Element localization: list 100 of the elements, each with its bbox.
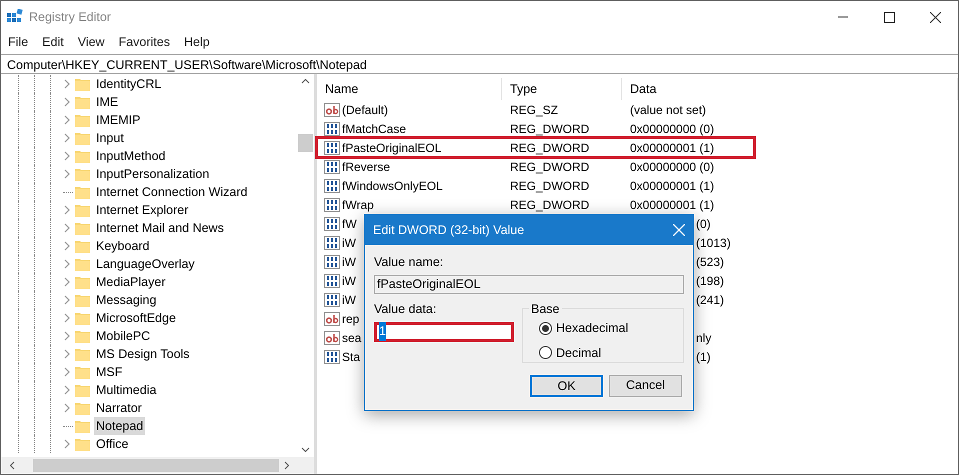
tree-item[interactable]: Notepad (94, 416, 146, 436)
scrollbar[interactable] (1, 457, 314, 474)
string-value-icon (324, 330, 340, 346)
tree-item[interactable]: MS Design Tools (94, 344, 192, 364)
value-name[interactable]: fMatchCase (342, 120, 406, 138)
value-data: (523) (696, 254, 724, 270)
value-name[interactable]: rep (342, 310, 360, 328)
value-data: 0x00000000 (0) (629, 120, 716, 138)
binary-value-icon (324, 120, 340, 136)
tree-item[interactable]: IMEMIP (94, 110, 142, 130)
folder-icon (75, 402, 90, 414)
menu-item[interactable]: Edit (35, 32, 71, 52)
tree-item[interactable]: InputPersonalization (94, 164, 212, 184)
value-name[interactable]: iW (342, 252, 356, 270)
binary-value-icon (324, 254, 340, 270)
value-data: 0x00000001 (1) (629, 140, 716, 156)
value-name[interactable]: sea (342, 328, 362, 346)
maximize-icon[interactable] (884, 12, 894, 22)
tree-item[interactable]: MobilePC (94, 326, 152, 346)
value-name[interactable]: iW (342, 272, 356, 290)
tree-item[interactable]: Input (94, 128, 126, 148)
value-name[interactable]: fWrap (342, 196, 374, 214)
binary-value-icon (324, 292, 340, 308)
menu-item[interactable]: File (1, 32, 36, 52)
folder-icon (75, 150, 90, 162)
binary-value-icon (324, 178, 340, 194)
value-data: nly (696, 330, 712, 346)
value-data: 0x00000000 (0) (629, 158, 716, 176)
folder-icon (75, 348, 90, 360)
folder-icon (75, 240, 90, 252)
binary-value-icon (324, 272, 340, 288)
tree-item[interactable]: Keyboard (94, 236, 152, 256)
value-data-field[interactable]: 1 (374, 322, 514, 342)
folder-icon (75, 330, 90, 342)
app-icon (7, 9, 23, 25)
radio-option[interactable]: Hexadecimal (539, 318, 683, 338)
value-name[interactable]: iW (342, 234, 356, 252)
binary-value-icon (324, 158, 340, 174)
folder-icon (75, 78, 90, 90)
tree-item[interactable]: InputMethod (94, 146, 168, 166)
tree-item[interactable]: LanguageOverlay (94, 254, 197, 274)
value-name[interactable]: fW (342, 214, 357, 232)
value-name-field[interactable]: fPasteOriginalEOL (374, 274, 684, 294)
value-data: 0x00000001 (1) (629, 178, 716, 194)
radio-option[interactable]: Decimal (539, 344, 683, 362)
cancel-button[interactable]: Cancel (609, 374, 682, 397)
folder-icon (75, 420, 90, 432)
tree-item[interactable]: MediaPlayer (94, 272, 168, 292)
tree-item[interactable]: Internet Connection Wizard (94, 182, 250, 202)
folder-icon (75, 204, 90, 216)
column-header[interactable]: Name (317, 78, 502, 100)
scrollbar-thumb[interactable] (298, 134, 313, 152)
value-name[interactable]: fReverse (342, 158, 390, 176)
tree-item[interactable]: Office (94, 434, 130, 454)
binary-value-icon (324, 234, 340, 250)
column-header[interactable]: Data (622, 78, 958, 100)
tree-item[interactable]: MSF (94, 362, 124, 382)
menu-item[interactable]: Favorites (112, 32, 177, 52)
dialog-title: Edit DWORD (32-bit) Value (373, 222, 524, 239)
folder-icon (75, 168, 90, 180)
value-name[interactable]: iW (342, 290, 356, 308)
value-name[interactable]: fPasteOriginalEOL (342, 138, 442, 156)
ok-button[interactable]: OK (530, 374, 603, 397)
value-type: REG_DWORD (509, 178, 590, 194)
folder-icon (75, 258, 90, 270)
address-bar[interactable]: Computer\HKEY_CURRENT_USER\Software\Microsoft\Notepad (1, 54, 958, 74)
value-data: (241) (696, 292, 724, 308)
string-value-icon (324, 310, 340, 326)
scrollbar-thumb[interactable] (33, 459, 279, 472)
value-data: 0x00000001 (1) (629, 196, 716, 214)
tree-item[interactable]: MicrosoftEdge (94, 308, 178, 328)
value-data: (0) (696, 216, 711, 232)
folder-icon (75, 384, 90, 396)
close-icon[interactable] (930, 12, 940, 22)
field-label: Value name: (374, 254, 444, 271)
value-name[interactable]: (Default) (342, 100, 388, 118)
folder-icon (75, 114, 90, 126)
value-type: REG_DWORD (509, 140, 590, 156)
tree-item[interactable]: Multimedia (94, 380, 158, 400)
value-data: (198) (696, 272, 724, 290)
tree-item[interactable]: IME (94, 92, 120, 112)
value-name[interactable]: Sta (342, 348, 360, 366)
folder-icon (75, 438, 90, 450)
tree-item[interactable]: Messaging (94, 290, 158, 310)
tree-item[interactable]: IdentityCRL (94, 74, 164, 94)
menu-item[interactable]: View (70, 32, 112, 52)
folder-icon (75, 132, 90, 144)
tree-item[interactable]: Internet Mail and News (94, 218, 226, 238)
tree-item[interactable]: Internet Explorer (94, 200, 190, 220)
tree-item[interactable]: Narrator (94, 398, 144, 418)
binary-value-icon (324, 140, 340, 156)
folder-icon (75, 276, 90, 288)
binary-value-icon (324, 196, 340, 212)
folder-icon (75, 186, 90, 198)
folder-icon (75, 366, 90, 378)
column-header[interactable]: Type (502, 78, 622, 100)
binary-value-icon (324, 216, 340, 232)
value-name[interactable]: fWindowsOnlyEOL (342, 176, 443, 194)
menu-item[interactable]: Help (176, 32, 217, 52)
value-type: REG_DWORD (509, 120, 590, 138)
